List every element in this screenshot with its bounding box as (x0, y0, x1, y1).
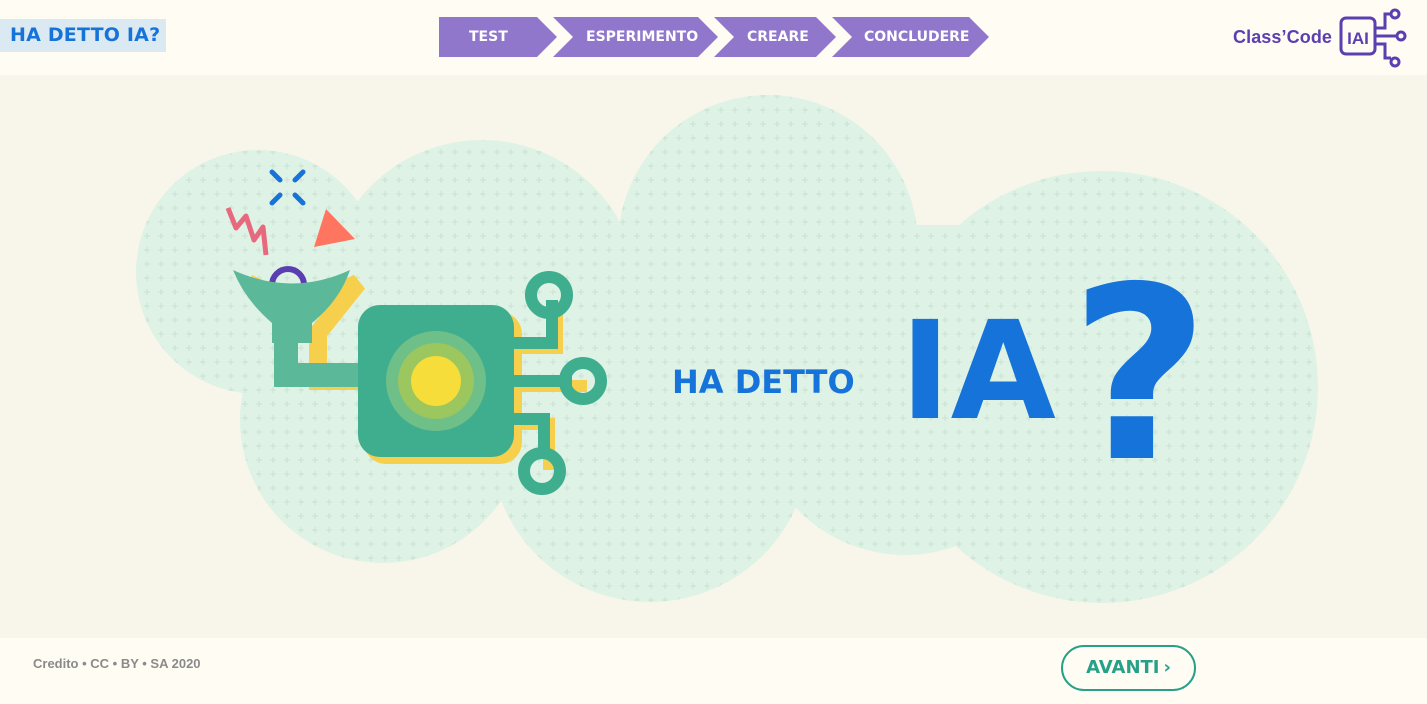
logo-badge-text: IAI (1347, 29, 1369, 48)
hero-illustration: HA DETTO IA ? (136, 95, 1318, 603)
step-esperimento-label: ESPERIMENTO (586, 29, 699, 45)
step-concludere-label: CONCLUDERE (864, 29, 970, 45)
app-title: HA DETTO IA? (0, 19, 166, 52)
next-button[interactable]: AVANTI › (1061, 645, 1196, 691)
class-code-circuit-icon: IAI (1339, 8, 1407, 68)
class-code-logo[interactable]: Class’Code IAI (1233, 8, 1413, 70)
step-test[interactable]: TEST (439, 17, 557, 57)
hero-title: IA (900, 293, 1056, 451)
step-creare[interactable]: CREARE (714, 17, 836, 57)
next-button-label: AVANTI (1086, 657, 1160, 678)
step-creare-label: CREARE (747, 29, 809, 45)
footer: Credito • CC • BY • SA 2020 AVANTI › (0, 638, 1427, 704)
hero-subtitle: HA DETTO (672, 363, 855, 401)
step-esperimento[interactable]: ESPERIMENTO (553, 17, 718, 57)
chevron-right-icon: › (1163, 657, 1171, 678)
hero-question-mark: ? (1070, 235, 1209, 515)
credit-text: Credito • CC • BY • SA 2020 (33, 656, 201, 671)
step-concludere[interactable]: CONCLUDERE (832, 17, 989, 57)
header: HA DETTO IA? TEST ESPERIMENTO CREARE CON… (0, 0, 1427, 75)
logo-text: Class’Code (1233, 27, 1333, 47)
cloud-shape (136, 95, 1318, 603)
step-test-label: TEST (469, 29, 508, 45)
hero-stage: HA DETTO IA ? (0, 75, 1427, 638)
